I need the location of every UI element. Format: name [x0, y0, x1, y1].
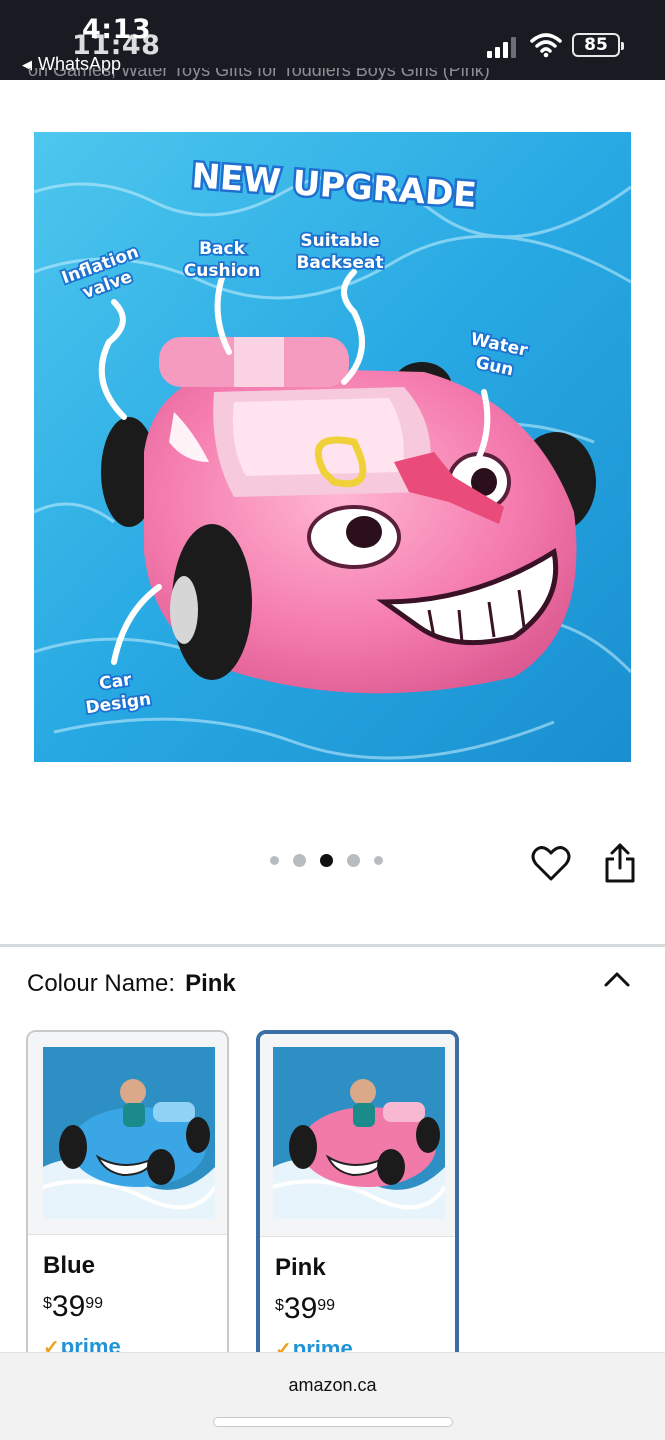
carousel-dot[interactable]	[374, 856, 383, 865]
variation-label: Colour Name:	[27, 970, 176, 997]
swatch-blue[interactable]: Blue $ 39 99 ✓ prime	[26, 1030, 229, 1370]
label-back-line1: Back	[199, 239, 246, 259]
product-title-cut: on Games, Water Toys Gifts for Toddlers …	[28, 68, 490, 80]
label-back-line2: Cushion	[184, 261, 260, 281]
heart-icon[interactable]	[531, 844, 571, 882]
browser-bottom-bar: amazon.ca	[0, 1352, 665, 1440]
price-fraction: 99	[85, 1295, 104, 1312]
label-backseat-line2: Backseat	[296, 253, 383, 273]
share-icon[interactable]	[603, 842, 637, 884]
swatch-price: $ 39 99	[275, 1292, 335, 1326]
home-indicator[interactable]	[213, 1417, 453, 1427]
price-currency: $	[275, 1297, 284, 1314]
carousel-dot[interactable]	[293, 854, 306, 867]
swatch-pink[interactable]: Pink $ 39 99 ✓ prime	[256, 1030, 459, 1370]
pink-float-thumbnail	[273, 1047, 445, 1219]
price-currency: $	[43, 1295, 52, 1312]
carousel-dot-active[interactable]	[320, 854, 333, 867]
swatch-name: Blue	[43, 1252, 96, 1279]
swatch-name: Pink	[275, 1254, 326, 1281]
address-bar[interactable]: amazon.ca	[0, 1375, 665, 1396]
chevron-up-icon[interactable]	[602, 968, 632, 990]
battery-icon: 85	[572, 33, 624, 57]
section-divider	[0, 944, 665, 947]
signal-icon	[487, 37, 516, 58]
variation-header: Colour Name: Pink	[27, 970, 236, 998]
carousel-indicator[interactable]	[270, 854, 383, 867]
variation-value: Pink	[185, 970, 236, 997]
price-fraction: 99	[317, 1297, 336, 1314]
label-backseat-line1: Suitable	[300, 231, 379, 251]
swatch-price: $ 39 99	[43, 1290, 103, 1324]
swatch-thumbnail	[28, 1032, 227, 1235]
carousel-dot[interactable]	[347, 854, 360, 867]
swatch-thumbnail	[260, 1034, 455, 1237]
wifi-icon	[530, 33, 562, 58]
product-main-image[interactable]: NEW UPGRADE Inflationvalve Back Cushion …	[34, 132, 631, 762]
price-whole: 39	[283, 1292, 318, 1325]
carousel-dot[interactable]	[270, 856, 279, 865]
pool-float-illustration: NEW UPGRADE Inflationvalve Back Cushion …	[34, 132, 631, 762]
blue-float-thumbnail	[43, 1047, 215, 1219]
price-whole: 39	[51, 1290, 86, 1323]
battery-level: 85	[584, 35, 608, 55]
